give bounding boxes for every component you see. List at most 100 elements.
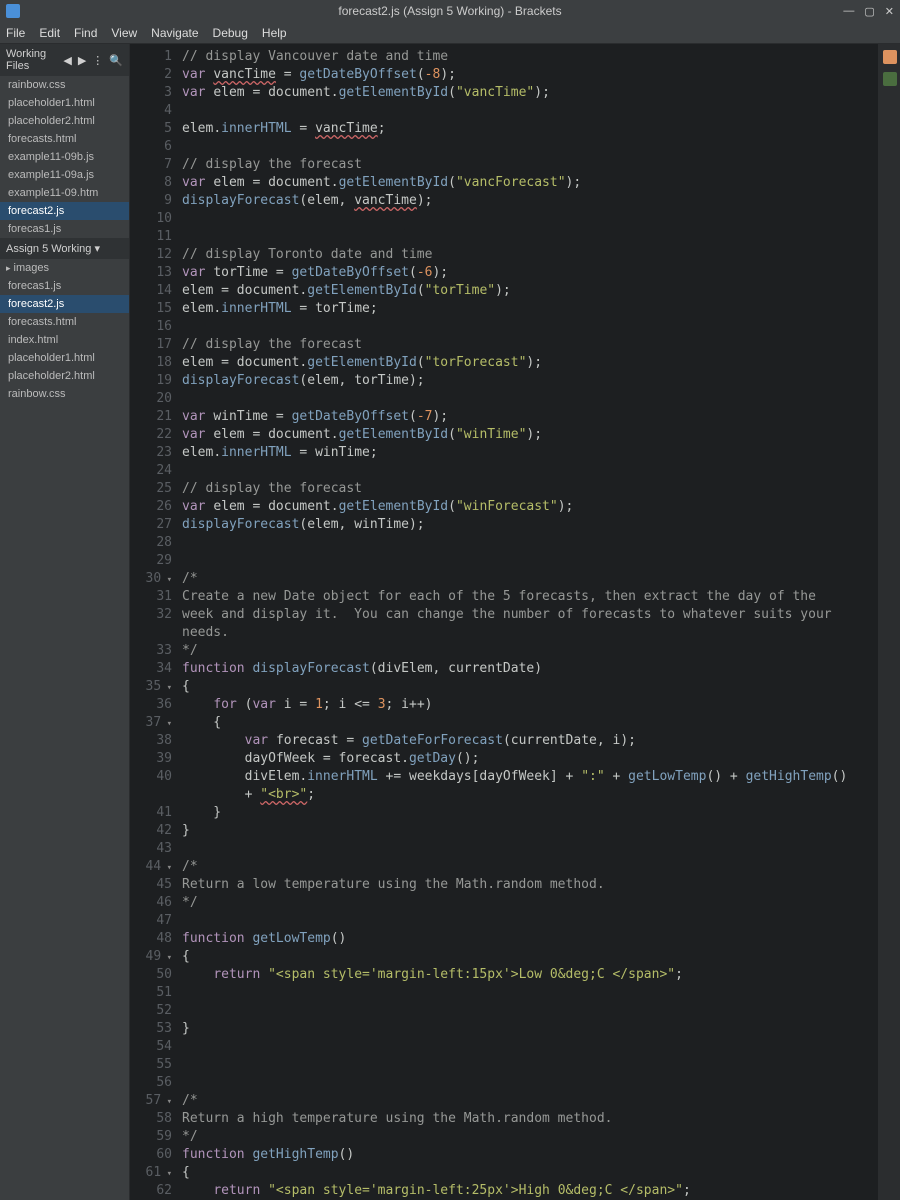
- code-line[interactable]: [182, 390, 900, 408]
- menu-view[interactable]: View: [111, 26, 137, 40]
- window-maximize-button[interactable]: ▢: [864, 5, 874, 18]
- code-line[interactable]: [182, 1056, 900, 1074]
- code-area[interactable]: // display Vancouver date and timevar va…: [182, 44, 900, 1200]
- code-line[interactable]: var torTime = getDateByOffset(-6);: [182, 264, 900, 282]
- menu-edit[interactable]: Edit: [39, 26, 60, 40]
- code-line[interactable]: + "<br>";: [182, 786, 900, 804]
- code-line[interactable]: }: [182, 1020, 900, 1038]
- search-icon[interactable]: 🔍: [109, 54, 123, 67]
- code-line[interactable]: elem = document.getElementById("torTime"…: [182, 282, 900, 300]
- code-line[interactable]: /*: [182, 858, 900, 876]
- code-line[interactable]: [182, 210, 900, 228]
- code-line[interactable]: dayOfWeek = forecast.getDay();: [182, 750, 900, 768]
- code-line[interactable]: function getLowTemp(): [182, 930, 900, 948]
- code-line[interactable]: [182, 138, 900, 156]
- code-line[interactable]: {: [182, 714, 900, 732]
- code-line[interactable]: var vancTime = getDateByOffset(-8);: [182, 66, 900, 84]
- menu-help[interactable]: Help: [262, 26, 287, 40]
- code-line[interactable]: [182, 984, 900, 1002]
- code-line[interactable]: function displayForecast(divElem, curren…: [182, 660, 900, 678]
- code-line[interactable]: {: [182, 678, 900, 696]
- code-line[interactable]: */: [182, 642, 900, 660]
- working-file-item[interactable]: forecast2.js: [0, 202, 129, 220]
- working-file-item[interactable]: example11-09.htm: [0, 184, 129, 202]
- working-file-item[interactable]: forecas1.js: [0, 220, 129, 238]
- code-line[interactable]: var elem = document.getElementById("winT…: [182, 426, 900, 444]
- live-preview-icon[interactable]: [883, 50, 897, 64]
- code-line[interactable]: var elem = document.getElementById("vanc…: [182, 84, 900, 102]
- menu-file[interactable]: File: [6, 26, 25, 40]
- code-line[interactable]: for (var i = 1; i <= 3; i++): [182, 696, 900, 714]
- code-line[interactable]: [182, 534, 900, 552]
- nav-right-icon[interactable]: ▶: [78, 54, 86, 67]
- nav-left-icon[interactable]: ◀: [63, 54, 71, 67]
- code-line[interactable]: return "<span style='margin-left:15px'>L…: [182, 966, 900, 984]
- menu-navigate[interactable]: Navigate: [151, 26, 198, 40]
- code-line[interactable]: var forecast = getDateForForecast(curren…: [182, 732, 900, 750]
- code-line[interactable]: var winTime = getDateByOffset(-7);: [182, 408, 900, 426]
- working-file-item[interactable]: placeholder2.html: [0, 112, 129, 130]
- working-files-header[interactable]: Working Files ◀ ▶ ⋮ 🔍: [0, 44, 129, 76]
- code-line[interactable]: /*: [182, 1092, 900, 1110]
- code-line[interactable]: elem = document.getElementById("torForec…: [182, 354, 900, 372]
- folder-item[interactable]: images: [0, 259, 129, 277]
- working-file-item[interactable]: example11-09a.js: [0, 166, 129, 184]
- working-file-item[interactable]: rainbow.css: [0, 76, 129, 94]
- code-line[interactable]: [182, 318, 900, 336]
- working-file-item[interactable]: placeholder1.html: [0, 94, 129, 112]
- code-line[interactable]: [182, 1074, 900, 1092]
- code-line[interactable]: var elem = document.getElementById("vanc…: [182, 174, 900, 192]
- project-file-item[interactable]: placeholder1.html: [0, 349, 129, 367]
- code-line[interactable]: }: [182, 804, 900, 822]
- window-close-button[interactable]: ✕: [885, 5, 894, 18]
- code-line[interactable]: elem.innerHTML = torTime;: [182, 300, 900, 318]
- extensions-icon[interactable]: [883, 72, 897, 86]
- code-line[interactable]: [182, 228, 900, 246]
- menu-debug[interactable]: Debug: [213, 26, 248, 40]
- code-line[interactable]: function getHighTemp(): [182, 1146, 900, 1164]
- project-file-item[interactable]: rainbow.css: [0, 385, 129, 403]
- working-file-item[interactable]: forecasts.html: [0, 130, 129, 148]
- code-line[interactable]: displayForecast(elem, vancTime);: [182, 192, 900, 210]
- code-line[interactable]: // display the forecast: [182, 336, 900, 354]
- code-line[interactable]: [182, 912, 900, 930]
- project-file-item[interactable]: forecast2.js: [0, 295, 129, 313]
- code-line[interactable]: [182, 1038, 900, 1056]
- code-line[interactable]: var elem = document.getElementById("winF…: [182, 498, 900, 516]
- code-line[interactable]: elem.innerHTML = vancTime;: [182, 120, 900, 138]
- menu-find[interactable]: Find: [74, 26, 97, 40]
- working-file-item[interactable]: example11-09b.js: [0, 148, 129, 166]
- code-line[interactable]: // display the forecast: [182, 156, 900, 174]
- code-line[interactable]: [182, 552, 900, 570]
- code-line[interactable]: [182, 102, 900, 120]
- window-minimize-button[interactable]: —: [843, 5, 854, 18]
- project-header[interactable]: Assign 5 Working ▾: [0, 238, 129, 259]
- project-file-item[interactable]: forecasts.html: [0, 313, 129, 331]
- code-line[interactable]: /*: [182, 570, 900, 588]
- code-line[interactable]: Return a low temperature using the Math.…: [182, 876, 900, 894]
- code-line[interactable]: return "<span style='margin-left:25px'>H…: [182, 1182, 900, 1200]
- code-line[interactable]: week and display it. You can change the …: [182, 606, 900, 624]
- code-line[interactable]: */: [182, 1128, 900, 1146]
- project-file-item[interactable]: placeholder2.html: [0, 367, 129, 385]
- code-line[interactable]: elem.innerHTML = winTime;: [182, 444, 900, 462]
- code-line[interactable]: {: [182, 948, 900, 966]
- project-file-item[interactable]: index.html: [0, 331, 129, 349]
- code-line[interactable]: {: [182, 1164, 900, 1182]
- code-line[interactable]: // display Vancouver date and time: [182, 48, 900, 66]
- code-line[interactable]: [182, 1002, 900, 1020]
- project-file-item[interactable]: forecas1.js: [0, 277, 129, 295]
- code-editor[interactable]: 1234567891011121314151617181920212223242…: [130, 44, 900, 1200]
- code-line[interactable]: needs.: [182, 624, 900, 642]
- code-line[interactable]: [182, 462, 900, 480]
- code-line[interactable]: displayForecast(elem, torTime);: [182, 372, 900, 390]
- code-line[interactable]: divElem.innerHTML += weekdays[dayOfWeek]…: [182, 768, 900, 786]
- code-line[interactable]: Return a high temperature using the Math…: [182, 1110, 900, 1128]
- code-line[interactable]: Create a new Date object for each of the…: [182, 588, 900, 606]
- split-view-icon[interactable]: ⋮: [92, 54, 103, 67]
- code-line[interactable]: // display the forecast: [182, 480, 900, 498]
- code-line[interactable]: }: [182, 822, 900, 840]
- code-line[interactable]: // display Toronto date and time: [182, 246, 900, 264]
- code-line[interactable]: */: [182, 894, 900, 912]
- code-line[interactable]: [182, 840, 900, 858]
